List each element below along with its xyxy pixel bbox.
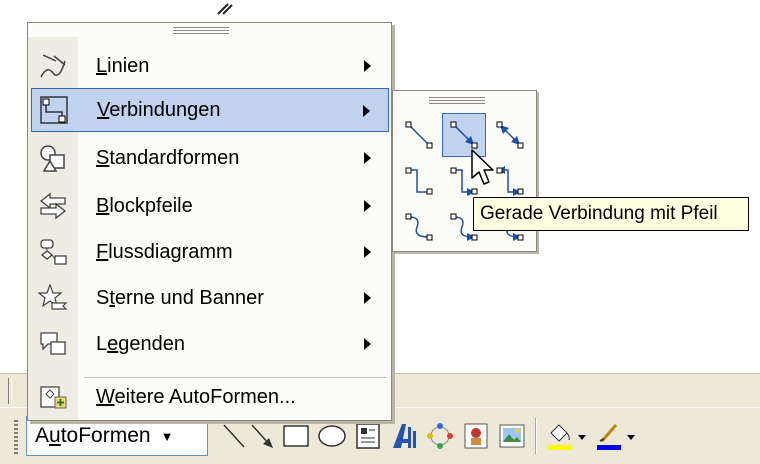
textbox-icon[interactable]: [350, 416, 386, 456]
menu-item-label: Legenden: [96, 332, 185, 355]
menu-item-weitere-autoformen[interactable]: Weitere AutoFormen...: [31, 375, 389, 419]
rectangle-icon[interactable]: [278, 416, 314, 456]
clipart-icon[interactable]: [458, 416, 494, 456]
menu-item-label: Blockpfeile: [96, 194, 193, 217]
submenu-arrow-icon: [363, 105, 370, 117]
mouse-cursor-icon: [471, 149, 494, 185]
menu-item-verbindungen[interactable]: Verbindungen: [31, 88, 389, 132]
diagram-icon[interactable]: [422, 416, 458, 456]
lines-icon: [31, 44, 75, 88]
wordart-icon[interactable]: [386, 416, 422, 456]
arrow-icon[interactable]: [244, 416, 280, 456]
menu-item-label: Sterne und Banner: [96, 286, 264, 309]
submenu-arrow-icon: [364, 152, 371, 164]
menu-item-legenden[interactable]: Legenden: [31, 322, 389, 366]
picture-icon[interactable]: [494, 416, 530, 456]
oval-icon[interactable]: [314, 416, 350, 456]
submenu-arrow-icon: [364, 60, 371, 72]
stars-banners-icon: [31, 276, 75, 320]
autoshapes-menu: Linien Verbindungen Standardformen Block…: [27, 22, 392, 421]
curved-connector-icon[interactable]: [397, 205, 441, 249]
tooltip-text: Gerade Verbindung mit Pfeil: [480, 203, 718, 224]
menu-drag-handle[interactable]: [173, 27, 229, 35]
more-autoshapes-icon: [31, 375, 75, 419]
menu-item-blockpfeile[interactable]: Blockpfeile: [31, 184, 389, 228]
autoformen-button[interactable]: AutoFormen ▼: [26, 416, 208, 456]
toolbar-separator: [535, 418, 537, 454]
dropdown-arrow-icon: ▼: [160, 428, 174, 444]
tooltip: Gerade Verbindung mit Pfeil: [473, 197, 749, 231]
menu-item-linien[interactable]: Linien: [31, 44, 389, 88]
menu-item-label: Verbindungen: [97, 98, 221, 121]
menu-item-label: Standardformen: [96, 146, 240, 169]
flowchart-icon: [31, 230, 75, 274]
menu-item-label: Flussdiagramm: [96, 240, 233, 263]
callouts-icon: [31, 322, 75, 366]
autoformen-label: AutoFormen: [35, 424, 151, 447]
elbow-connector-icon[interactable]: [397, 159, 441, 203]
block-arrows-icon: [31, 184, 75, 228]
frame-line: [8, 378, 12, 404]
toolbar-grip[interactable]: [14, 420, 18, 454]
menu-item-flussdiagramm[interactable]: Flussdiagramm: [31, 230, 389, 274]
submenu-arrow-icon: [364, 338, 371, 350]
menu-item-sterne-und-banner[interactable]: Sterne und Banner: [31, 276, 389, 320]
submenu-arrow-icon: [364, 246, 371, 258]
fill-color-icon[interactable]: [545, 416, 591, 456]
palette-drag-handle[interactable]: [429, 97, 485, 105]
menu-item-standardformen[interactable]: Standardformen: [31, 136, 389, 180]
connectors-icon: [32, 88, 76, 132]
resize-grip-icon[interactable]: [212, 0, 236, 18]
straight-connector-icon[interactable]: [397, 113, 441, 157]
submenu-arrow-icon: [364, 200, 371, 212]
menu-item-label: Linien: [96, 54, 150, 77]
submenu-arrow-icon: [364, 292, 371, 304]
line-color-icon[interactable]: [594, 416, 640, 456]
menu-item-label: Weitere AutoFormen...: [96, 385, 296, 408]
basic-shapes-icon: [31, 136, 75, 180]
